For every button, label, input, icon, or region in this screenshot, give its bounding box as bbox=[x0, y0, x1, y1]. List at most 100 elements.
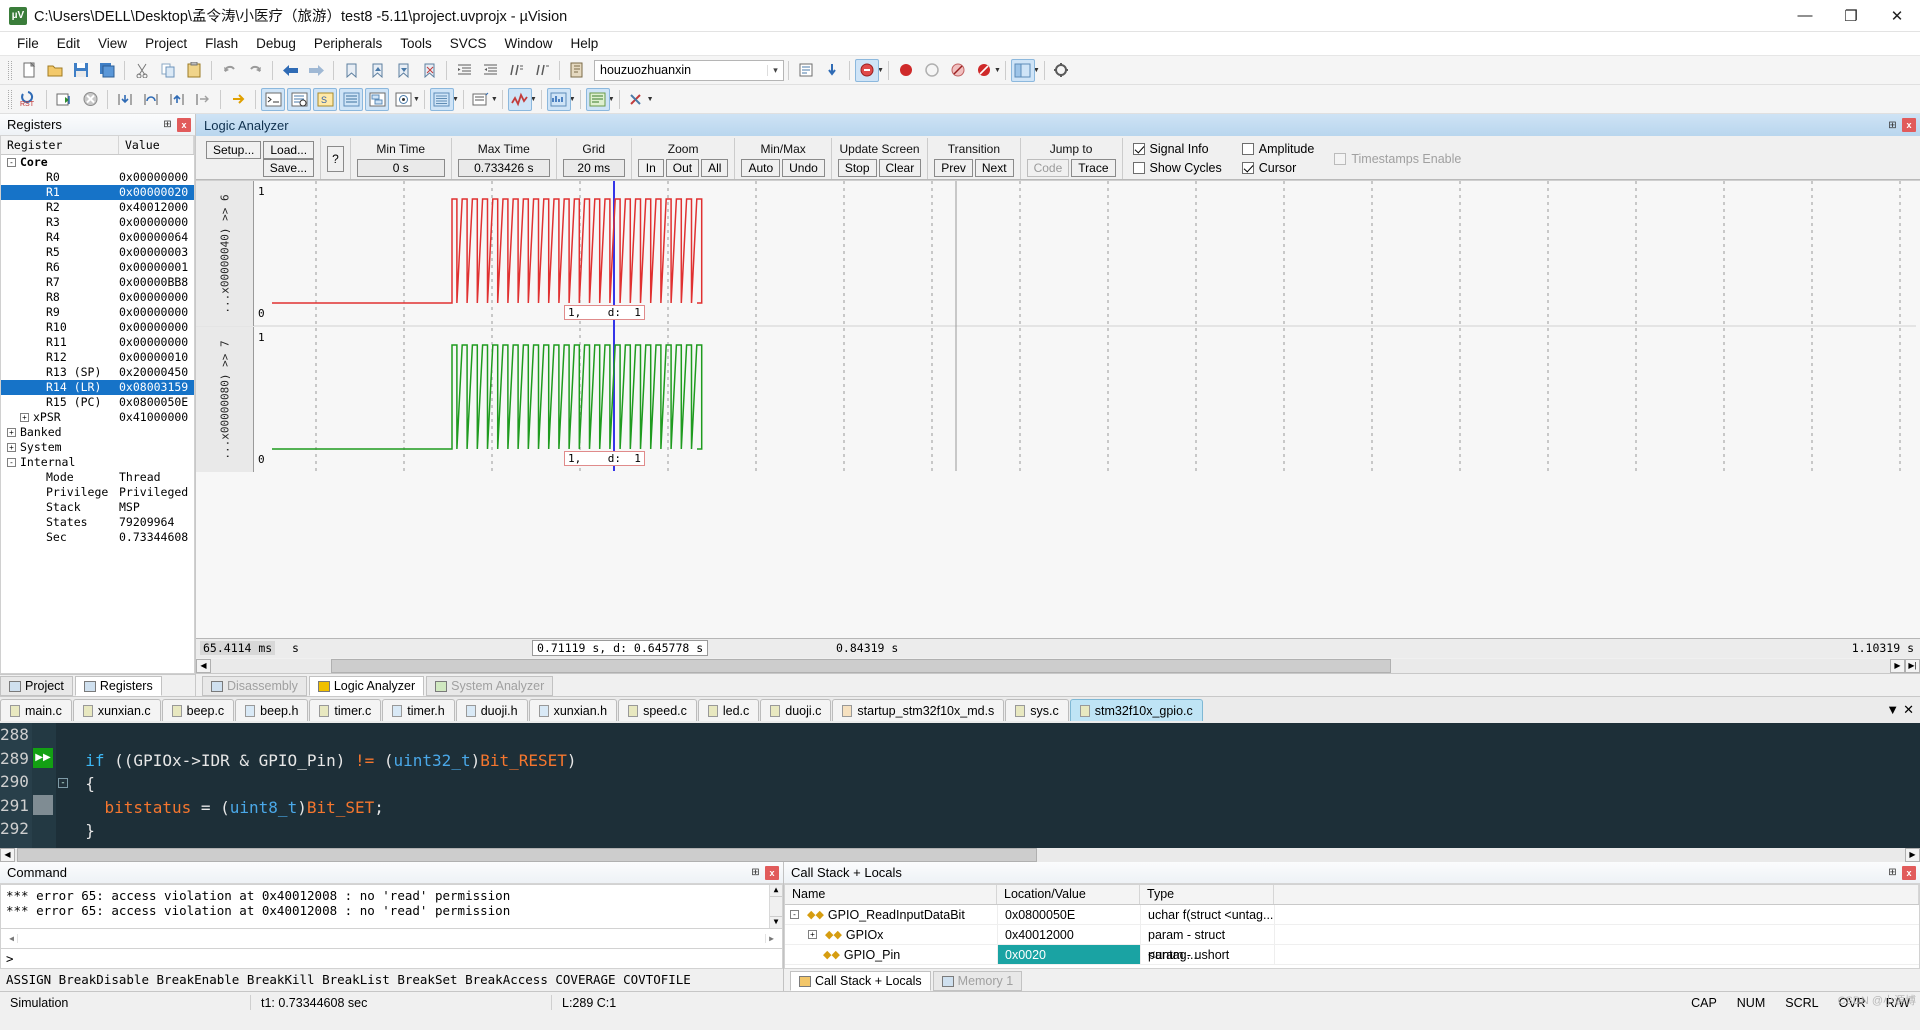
close-icon[interactable]: x bbox=[765, 865, 779, 880]
tab-memory-1[interactable]: Memory 1 bbox=[932, 971, 1023, 991]
breakpoint-slot[interactable] bbox=[32, 723, 56, 747]
close-icon[interactable]: x bbox=[1902, 865, 1916, 880]
symbols-window-icon[interactable]: S bbox=[313, 87, 337, 111]
memory-window-icon[interactable] bbox=[429, 87, 454, 111]
scroll-right-icon[interactable]: ▶ bbox=[1890, 658, 1905, 673]
tab-call-stack-locals[interactable]: Call Stack + Locals bbox=[790, 971, 931, 991]
disable-breakpoints-icon[interactable] bbox=[946, 59, 970, 82]
tab-list-dropdown-icon[interactable]: ▼ bbox=[1886, 702, 1899, 718]
register-row[interactable]: + Banked bbox=[1, 425, 194, 440]
scroll-left-icon[interactable]: ◀ bbox=[6, 934, 18, 943]
register-row[interactable]: R9 0x00000000 bbox=[1, 305, 194, 320]
register-row[interactable]: Mode Thread bbox=[1, 470, 194, 485]
uncomment-icon[interactable] bbox=[530, 59, 554, 82]
command-window-icon[interactable] bbox=[261, 87, 285, 111]
bookmark-clear-icon[interactable] bbox=[417, 59, 441, 82]
indent-left-icon[interactable] bbox=[478, 59, 502, 82]
batch-build-icon[interactable] bbox=[820, 59, 844, 82]
register-row[interactable]: R6 0x00000001 bbox=[1, 260, 194, 275]
toolbox-icon[interactable] bbox=[625, 88, 649, 111]
editor-tab[interactable]: duoji.c bbox=[760, 699, 832, 721]
register-row[interactable]: R2 0x40012000 bbox=[1, 200, 194, 215]
window-layout-icon[interactable] bbox=[1010, 58, 1035, 82]
tree-toggle-icon[interactable]: + bbox=[20, 413, 29, 422]
register-row[interactable]: R0 0x00000000 bbox=[1, 170, 194, 185]
register-row[interactable]: + xPSR 0x41000000 bbox=[1, 410, 194, 425]
menu-project[interactable]: Project bbox=[136, 34, 196, 53]
editor-tab[interactable]: stm32f10x_gpio.c bbox=[1069, 699, 1203, 721]
register-row[interactable]: Stack MSP bbox=[1, 500, 194, 515]
editor-tab[interactable]: xunxian.h bbox=[528, 699, 618, 721]
bookmark-prev-icon[interactable] bbox=[365, 59, 389, 82]
code-line[interactable]: if ((GPIOx->IDR & GPIO_Pin) != (uint32_t… bbox=[66, 749, 1920, 773]
register-row[interactable]: R8 0x00000000 bbox=[1, 290, 194, 305]
call-stack-location[interactable]: 0x40012000 bbox=[997, 925, 1140, 944]
min-time-value[interactable]: 0 s bbox=[356, 159, 445, 177]
menu-svcs[interactable]: SVCS bbox=[441, 34, 496, 53]
column-header-name[interactable]: Name bbox=[785, 885, 997, 904]
code-text[interactable]: if ((GPIOx->IDR & GPIO_Pin) != (uint32_t… bbox=[56, 723, 1920, 848]
command-input[interactable]: > bbox=[0, 949, 783, 969]
breakpoint-slot[interactable]: ▶▶ bbox=[32, 747, 56, 771]
minmax-undo-button[interactable]: Undo bbox=[782, 159, 825, 177]
update-clear-button[interactable]: Clear bbox=[878, 159, 922, 177]
tree-toggle-icon[interactable]: - bbox=[7, 158, 16, 167]
editor-tab[interactable]: beep.h bbox=[235, 699, 309, 721]
tab-disassembly[interactable]: Disassembly bbox=[202, 676, 307, 696]
register-row[interactable]: R12 0x00000010 bbox=[1, 350, 194, 365]
editor-tab[interactable]: main.c bbox=[0, 699, 72, 721]
editor-tab[interactable]: xunxian.c bbox=[72, 699, 161, 721]
load-button[interactable]: Load... bbox=[263, 140, 315, 159]
pin-icon[interactable]: ⊞ bbox=[160, 117, 175, 132]
scroll-down-icon[interactable]: ▼ bbox=[770, 916, 782, 928]
editor-tab[interactable]: speed.c bbox=[618, 699, 697, 721]
step-out-icon[interactable] bbox=[165, 88, 189, 111]
tab-system-analyzer[interactable]: System Analyzer bbox=[426, 676, 554, 696]
menu-tools[interactable]: Tools bbox=[391, 34, 441, 53]
update-stop-button[interactable]: Stop bbox=[837, 159, 877, 177]
menu-window[interactable]: Window bbox=[495, 34, 561, 53]
disassembly-window-icon[interactable] bbox=[287, 87, 311, 111]
paste-icon[interactable] bbox=[182, 59, 206, 82]
editor-tab[interactable]: startup_stm32f10x_md.s bbox=[832, 699, 1005, 721]
scroll-right-icon[interactable]: ▶ bbox=[765, 934, 777, 943]
amplitude-checkbox[interactable]: Amplitude bbox=[1241, 140, 1314, 159]
logic-analyzer-timebar[interactable]: 65.4114 ms s 0.71119 s, d: 0.645778 s 0.… bbox=[196, 638, 1920, 658]
register-row[interactable]: Sec 0.73344608 bbox=[1, 530, 194, 545]
manage-targets-icon[interactable] bbox=[794, 59, 818, 82]
zoom-out-button[interactable]: Out bbox=[665, 159, 700, 177]
register-row[interactable]: R14 (LR) 0x08003159 bbox=[1, 380, 194, 395]
register-row[interactable]: R7 0x00000BB8 bbox=[1, 275, 194, 290]
minimize-button[interactable]: — bbox=[1782, 0, 1828, 31]
tab-registers[interactable]: Registers bbox=[74, 676, 162, 696]
code-line[interactable]: - { bbox=[58, 772, 1920, 796]
editor-tab[interactable]: led.c bbox=[697, 699, 760, 721]
register-row[interactable]: R4 0x00000064 bbox=[1, 230, 194, 245]
signal-label-0[interactable]: ...x00000040) >> 6 bbox=[196, 181, 254, 326]
target-options-icon[interactable] bbox=[565, 59, 589, 82]
command-output-scrollbar[interactable]: ▲ ▼ bbox=[769, 885, 782, 928]
bookmark-toggle-icon[interactable] bbox=[339, 59, 363, 82]
open-file-icon[interactable] bbox=[43, 59, 67, 82]
logic-analyzer-canvas[interactable]: ...x00000040) >> 6 1 0 1, d: 1 ...x00000… bbox=[196, 180, 1920, 638]
signal-info-checkbox[interactable]: Signal Info bbox=[1132, 140, 1209, 159]
tab-close-icon[interactable]: ✕ bbox=[1903, 702, 1914, 718]
column-header-location[interactable]: Location/Value bbox=[997, 885, 1140, 904]
tree-toggle-icon[interactable]: + bbox=[7, 428, 16, 437]
copy-icon[interactable] bbox=[156, 59, 180, 82]
tree-toggle-icon[interactable]: + bbox=[808, 930, 817, 939]
tab-project[interactable]: Project bbox=[0, 676, 73, 696]
register-row[interactable]: R5 0x00000003 bbox=[1, 245, 194, 260]
system-viewer-icon[interactable] bbox=[585, 87, 610, 111]
code-line[interactable] bbox=[66, 725, 1920, 749]
column-header-value[interactable]: Value bbox=[119, 136, 194, 154]
call-stack-row[interactable]: - ◆◆ GPIO_ReadInputDataBit 0x0800050E uchar … bbox=[785, 905, 1919, 925]
trace-windows-icon[interactable] bbox=[546, 87, 571, 111]
insert-breakpoint-icon[interactable] bbox=[894, 59, 918, 82]
register-row[interactable]: States 79209964 bbox=[1, 515, 194, 530]
step-over-icon[interactable] bbox=[139, 88, 163, 111]
breakpoint-slot[interactable] bbox=[32, 770, 56, 794]
menu-edit[interactable]: Edit bbox=[48, 34, 89, 53]
toolbar-grip[interactable] bbox=[8, 60, 12, 80]
editor-tab[interactable]: timer.c bbox=[309, 699, 382, 721]
